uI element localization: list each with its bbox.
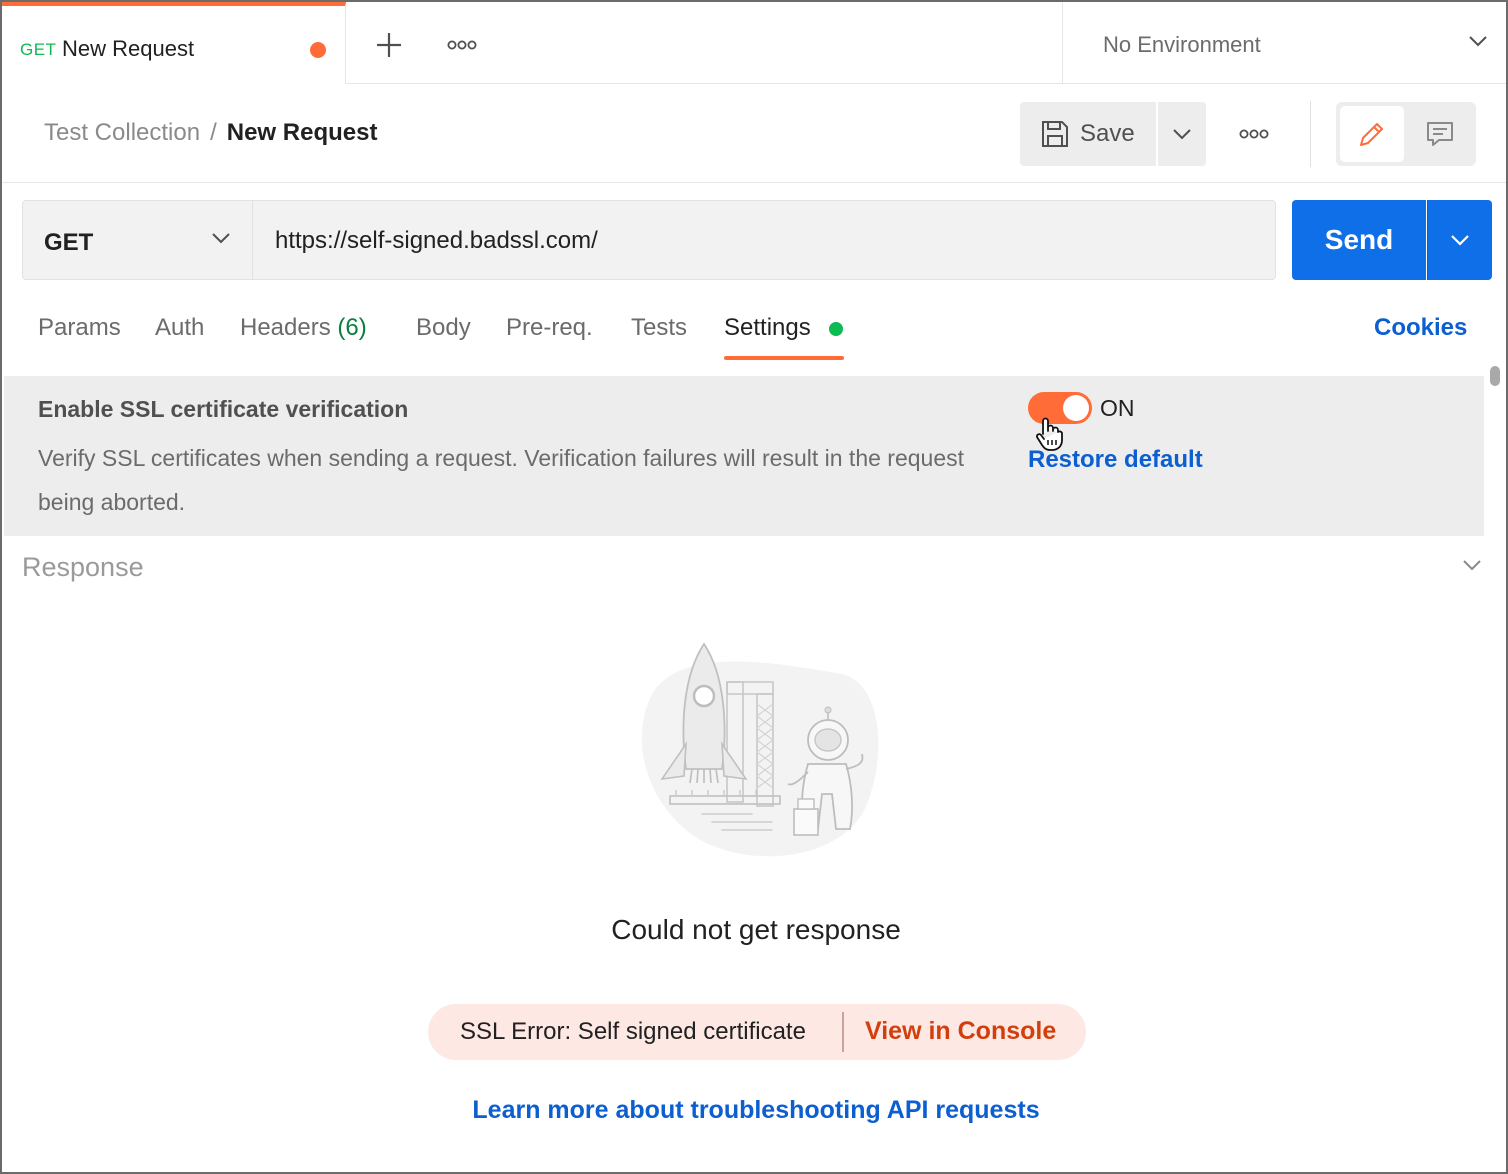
scrollbar-thumb[interactable] [1490,366,1500,386]
save-button[interactable]: Save [1020,102,1156,166]
request-options-button[interactable] [1232,119,1276,149]
chevron-down-icon [212,233,230,244]
tab-body[interactable]: Body [416,314,471,342]
comments-view-button[interactable] [1408,106,1472,162]
method-label: GET [44,229,94,256]
view-in-console-link[interactable]: View in Console [865,1017,1056,1046]
breadcrumb-separator: / [210,119,217,146]
headers-count: (6) [337,314,367,341]
send-options-button[interactable] [1427,200,1492,280]
tab-params[interactable]: Params [38,314,121,342]
chevron-down-icon [1173,129,1191,140]
settings-modified-indicator [829,322,843,336]
breadcrumb-request[interactable]: New Request [227,119,378,146]
send-button[interactable]: Send [1292,200,1426,280]
rocket-illustration [641,642,879,857]
method-select[interactable]: GET [23,201,253,279]
cookies-link[interactable]: Cookies [1374,314,1467,342]
plus-icon [377,33,401,57]
breadcrumb-collection[interactable]: Test Collection [44,119,200,146]
response-title: Response [22,552,144,582]
request-tab[interactable]: GET New Request [2,2,346,84]
app-window: GET New Request No Environment Test Coll… [0,0,1508,1174]
toggle-state-label: ON [1100,395,1135,421]
save-icon [1042,121,1068,147]
tab-options-button[interactable] [442,30,482,60]
view-toggle [1336,102,1476,166]
divider [1310,101,1311,167]
comment-icon [1427,122,1453,146]
more-icon [447,40,477,50]
setting-title: Enable SSL certificate verification [38,396,409,422]
environment-selector[interactable]: No Environment [1062,2,1506,84]
unsaved-indicator [310,42,326,58]
save-label: Save [1080,120,1135,147]
ssl-setting-row: Enable SSL certificate verification Veri… [4,376,1484,536]
tab-auth[interactable]: Auth [155,314,204,342]
pencil-icon [1360,123,1383,146]
tab-bar: GET New Request No Environment [2,2,1506,84]
chevron-down-icon[interactable] [1462,558,1482,572]
request-url-bar: GET https://self-signed.badssl.com/ [22,200,1276,280]
tab-settings[interactable]: Settings [724,314,811,342]
error-text: SSL Error: Self signed certificate [460,1018,806,1045]
error-separator [842,1012,844,1052]
learn-more-link[interactable]: Learn more about troubleshooting API req… [2,1096,1508,1125]
more-icon [1239,129,1269,139]
new-tab-button[interactable] [370,26,408,64]
url-input[interactable]: https://self-signed.badssl.com/ [275,227,598,255]
chevron-down-icon [1451,235,1469,246]
setting-description: Verify SSL certificates when sending a r… [38,445,965,515]
tab-method: GET [20,40,57,59]
request-tabs: Params Auth Headers (6) Body Pre-req. Te… [2,302,1506,362]
response-message: Could not get response [611,914,901,945]
breadcrumb: Test Collection / New Request [44,119,377,147]
chevron-down-icon [1469,36,1487,47]
toggle-knob [1063,395,1089,421]
active-tab-indicator [724,356,844,360]
environment-label: No Environment [1103,32,1261,57]
tab-name: New Request [62,36,195,61]
settings-scrollbar[interactable] [1488,362,1504,532]
request-header: Test Collection / New Request Save [2,85,1506,183]
hand-cursor-icon [1036,417,1063,451]
save-options-button[interactable] [1158,102,1206,166]
tab-headers[interactable]: Headers (6) [240,314,367,342]
send-label: Send [1324,224,1394,255]
tab-prereq[interactable]: Pre-req. [506,314,593,342]
edit-view-button[interactable] [1340,106,1404,162]
tab-headers-label: Headers [240,314,331,341]
error-banner: SSL Error: Self signed certificate View … [428,1004,1086,1060]
tab-tests[interactable]: Tests [631,314,687,342]
